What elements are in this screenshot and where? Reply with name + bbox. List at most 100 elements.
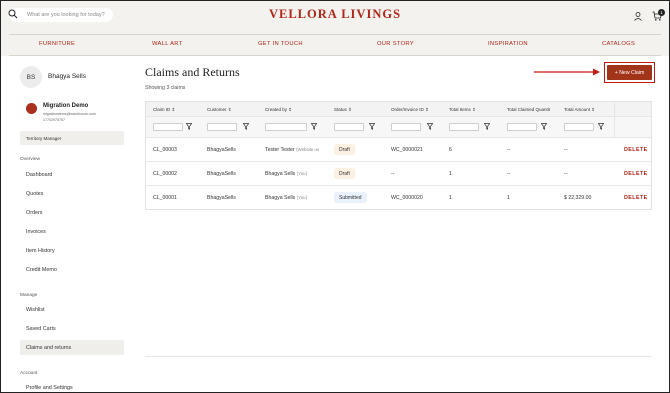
filter-icon[interactable]: [484, 123, 490, 130]
nav-get-in-touch[interactable]: GET IN TOUCH: [258, 41, 303, 47]
avatar: BS: [20, 66, 42, 88]
status-badge: Submitted: [334, 192, 367, 203]
sort-icon: ⇕: [171, 107, 176, 112]
created-by: Tester Tester (Website us: [265, 147, 320, 153]
sort-icon: ⇕: [425, 107, 429, 112]
sidebar-item-item-history[interactable]: Item History: [20, 243, 124, 258]
table-header: Claim ID ⇕ Customer ⇕ Created by ⇕ Statu…: [146, 102, 651, 117]
created-by: Bhagya Sells (You): [265, 195, 308, 201]
org-email: migrationdemo@warehouse.com: [43, 112, 96, 116]
delete-button[interactable]: DELETE: [624, 147, 648, 153]
col-customer[interactable]: Customer ⇕: [207, 107, 232, 113]
col-total-claimed-quantity[interactable]: Total Claimed Quantit: [507, 107, 550, 112]
sidebar-item-dashboard[interactable]: Dashboard: [20, 167, 124, 182]
created-by: Bhagya Sells (You): [265, 171, 308, 177]
claim-id[interactable]: CL_00001: [153, 195, 177, 201]
filter-icon[interactable]: [243, 123, 249, 130]
order-invoice-id: --: [391, 171, 395, 177]
claim-id[interactable]: CL_00002: [153, 171, 177, 177]
brand-logo[interactable]: VELLORA LIVINGS: [1, 7, 669, 22]
total-items: 1: [449, 171, 452, 177]
customer: BhagyaSells: [207, 171, 236, 177]
total-items: 6: [449, 147, 452, 153]
sidebar-item-saved-carts[interactable]: Saved Carts: [20, 321, 124, 336]
col-created-by[interactable]: Created by ⇕: [265, 107, 292, 113]
app-frame: What are you looking for today? VELLORA …: [0, 0, 670, 393]
filter-input-claim-id[interactable]: [153, 123, 183, 131]
nav-catalogs[interactable]: CATALOGS: [602, 41, 635, 47]
total-amount: --: [564, 171, 568, 177]
section-label-overview: Overview: [20, 157, 40, 162]
table-row[interactable]: CL_00002 BhagyaSells Bhagya Sells (You) …: [146, 162, 651, 186]
org-logo: [26, 103, 37, 114]
filter-input-total-claimed-quantity[interactable]: [507, 123, 537, 131]
status-badge: Draft: [334, 144, 355, 155]
nav-furniture[interactable]: FURNITURE: [39, 41, 75, 47]
filter-input-customer[interactable]: [207, 123, 237, 131]
filter-input-total-items[interactable]: [449, 123, 479, 131]
total-amount: --: [564, 147, 568, 153]
section-label-manage: Manage: [20, 293, 38, 298]
sort-icon: ⇕: [472, 107, 476, 112]
total-amount: $ 22,329.00: [564, 195, 592, 201]
cart-count-badge: 1: [658, 9, 665, 16]
top-bar: What are you looking for today? VELLORA …: [1, 1, 669, 34]
user-icon[interactable]: [634, 12, 642, 21]
divider: [9, 34, 661, 35]
filter-icon[interactable]: [541, 123, 547, 130]
sidebar-item-claims-and-returns[interactable]: Claims and returns: [20, 340, 124, 355]
col-order-invoice-id[interactable]: Order/Invoice ID ⇕: [391, 107, 429, 113]
organization-card[interactable]: Migration Demo migrationdemo@warehouse.c…: [20, 98, 124, 132]
org-name: Migration Demo: [43, 103, 89, 109]
main-nav: FURNITURE WALL ART GET IN TOUCH OUR STOR…: [1, 39, 669, 53]
filter-icon[interactable]: [311, 123, 317, 130]
total-claimed-quantity: --: [507, 171, 511, 177]
sidebar-item-wishlist[interactable]: Wishlist: [20, 302, 124, 317]
delete-button[interactable]: DELETE: [624, 171, 648, 177]
delete-button[interactable]: DELETE: [624, 195, 648, 201]
nav-our-story[interactable]: OUR STORY: [377, 41, 414, 47]
total-claimed-quantity: 1: [507, 195, 510, 201]
col-total-items[interactable]: Total Items ⇕: [449, 107, 476, 113]
sidebar-item-orders[interactable]: Orders: [20, 205, 124, 220]
nav-inspiration[interactable]: INSPIRATION: [488, 41, 528, 47]
filter-icon[interactable]: [427, 123, 433, 130]
col-claim-id[interactable]: Claim ID ⇕: [153, 107, 175, 113]
result-count: Showing 3 claims: [145, 85, 186, 91]
sort-icon: ⇕: [227, 107, 232, 112]
col-total-amount[interactable]: Total Amount ⇕: [564, 107, 595, 113]
filter-input-order-invoice-id[interactable]: [391, 123, 421, 131]
new-claim-button[interactable]: + New Claim: [607, 65, 652, 80]
sidebar-item-credit-memo[interactable]: Credit Memo: [20, 262, 124, 277]
table-row[interactable]: CL_00001 BhagyaSells Bhagya Sells (You) …: [146, 186, 651, 210]
order-invoice-id: WC_0000021: [391, 147, 423, 153]
page-title: Claims and Returns: [145, 65, 240, 79]
column-divider: [614, 102, 615, 138]
table-row[interactable]: CL_00003 BhagyaSells Tester Tester (Webs…: [146, 138, 651, 162]
total-items: 1: [449, 195, 452, 201]
filter-row: [146, 117, 651, 138]
section-label-account: Account: [20, 371, 38, 376]
org-phone: 17702975767: [43, 117, 65, 122]
filter-input-total-amount[interactable]: [564, 123, 594, 131]
filter-input-created-by[interactable]: [265, 123, 307, 131]
claims-table: Claim ID ⇕ Customer ⇕ Created by ⇕ Statu…: [145, 101, 652, 210]
sidebar-item-profile-and-settings[interactable]: Profile and Settings: [20, 380, 124, 392]
total-claimed-quantity: --: [507, 147, 511, 153]
account-name: Bhagya Sells: [48, 73, 86, 80]
claim-id[interactable]: CL_00003: [153, 147, 177, 153]
col-status[interactable]: Status ⇕: [334, 107, 352, 113]
sort-icon: ⇕: [348, 107, 352, 112]
filter-icon[interactable]: [598, 123, 604, 130]
sidebar-item-invoices[interactable]: Invoices: [20, 224, 124, 239]
filter-icon[interactable]: [186, 123, 192, 130]
filter-input-status[interactable]: [334, 123, 364, 131]
customer: BhagyaSells: [207, 147, 236, 153]
customer: BhagyaSells: [207, 195, 236, 201]
nav-wall-art[interactable]: WALL ART: [152, 41, 183, 47]
order-invoice-id: WC_0000020: [391, 195, 423, 201]
sort-icon: ⇕: [288, 107, 293, 112]
filter-icon[interactable]: [369, 123, 375, 130]
role-badge: Territory Manager: [20, 131, 124, 145]
sidebar-item-quotes[interactable]: Quotes: [20, 186, 124, 201]
